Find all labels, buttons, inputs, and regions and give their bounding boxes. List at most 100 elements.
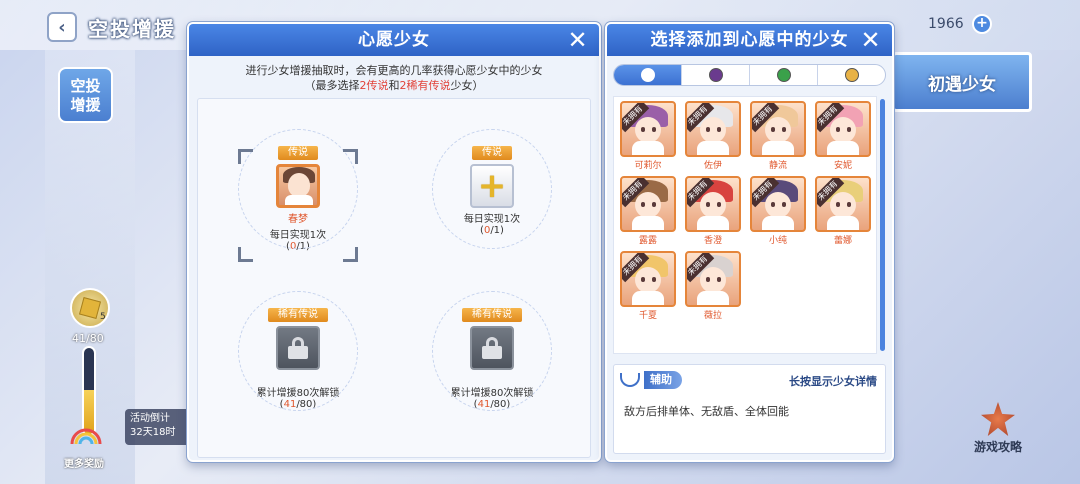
role-filter-tabs xyxy=(613,64,886,86)
role-label: 辅助 xyxy=(644,371,682,389)
event-countdown: 活动倒计 32天18时 xyxy=(125,409,195,445)
token-count: 5 xyxy=(100,312,106,322)
portrait-eye xyxy=(641,277,645,282)
role-description: 敌方后排单体、无敌盾、全体回能 xyxy=(624,405,789,418)
character-card[interactable]: 未拥有 千夏 xyxy=(618,251,678,321)
character-card[interactable]: 未拥有 小纯 xyxy=(748,176,808,246)
tab-filter-support[interactable] xyxy=(614,65,682,85)
tab-filter-defense[interactable] xyxy=(818,65,885,85)
progress-label: 41/80 xyxy=(72,332,104,345)
close-icon: ✕ xyxy=(860,26,882,54)
token-icon[interactable] xyxy=(70,288,110,328)
close-icon: ✕ xyxy=(567,26,589,54)
wish-panel-title: 心愿少女 xyxy=(358,30,430,50)
currency-amount: 1966 xyxy=(928,16,964,32)
hold-for-details-hint: 长按显示少女详情 xyxy=(789,375,877,388)
close-wish-panel-button[interactable]: ✕ xyxy=(565,27,591,53)
portrait-body xyxy=(632,141,664,155)
portrait-eye xyxy=(771,127,775,132)
wish-slot-legend-1[interactable]: 传说 春梦 每日实现1次 (0/1) xyxy=(208,99,388,269)
rarity-tag: 传说 xyxy=(472,146,512,160)
desc-line2: （最多选择2传说和2稀有传说少女） xyxy=(189,78,599,93)
portrait-body xyxy=(697,141,729,155)
event-tip-line1: 活动倒计 xyxy=(130,413,170,424)
portrait-eye xyxy=(641,127,645,132)
wish-slot-legend-2[interactable]: 传说 + 每日实现1次 (0/1) xyxy=(402,99,582,269)
defense-role-icon xyxy=(844,68,859,82)
wish-slot-rare-2[interactable]: 稀有传说 累计增援80次解锁 (41/80) xyxy=(402,261,582,431)
game-guide-button[interactable]: 游戏攻略 xyxy=(968,402,1028,455)
portrait-eye xyxy=(717,277,721,282)
rarity-tag: 稀有传说 xyxy=(268,308,328,322)
portrait-eye xyxy=(771,202,775,207)
portrait-face xyxy=(700,267,726,293)
portrait-eye xyxy=(706,202,710,207)
locked-slot xyxy=(276,326,320,370)
character-name: 安妮 xyxy=(833,161,852,171)
locked-slot xyxy=(470,326,514,370)
character-portrait: 未拥有 xyxy=(620,101,676,157)
tab-airdrop[interactable]: 空投 增援 xyxy=(58,67,113,123)
rainbow-icon[interactable] xyxy=(68,420,104,446)
plus-icon: + xyxy=(477,166,507,206)
character-card[interactable]: 未拥有 香澄 xyxy=(683,176,743,246)
wish-panel: 心愿少女 ✕ 进行少女增援抽取时，会有更高的几率获得心愿少女中的少女 （最多选择… xyxy=(187,22,601,462)
portrait-body xyxy=(762,216,794,230)
portrait-face xyxy=(700,117,726,143)
character-card[interactable]: 未拥有 薇拉 xyxy=(683,251,743,321)
portrait-face xyxy=(700,192,726,218)
character-name: 薇拉 xyxy=(703,311,722,321)
back-button[interactable]: ‹ xyxy=(47,12,77,42)
wish-slot-rare-1[interactable]: 稀有传说 累计增援80次解锁 (41/80) xyxy=(208,261,388,431)
add-currency-button[interactable]: + xyxy=(972,14,992,34)
more-rewards-label[interactable]: 更多奖励 xyxy=(64,455,104,470)
portrait-eye xyxy=(652,277,656,282)
meet-girl-button[interactable]: 初遇少女 xyxy=(892,52,1032,112)
tab-filter-nature[interactable] xyxy=(750,65,818,85)
portrait-body xyxy=(632,291,664,305)
character-portrait: 未拥有 xyxy=(685,251,741,307)
nature-role-icon xyxy=(776,68,791,82)
character-portrait: 未拥有 xyxy=(750,176,806,232)
character-portrait: 未拥有 xyxy=(815,176,871,232)
portrait-eye xyxy=(717,127,721,132)
character-card[interactable]: 未拥有 露露 xyxy=(618,176,678,246)
character-card[interactable]: 未拥有 静流 xyxy=(748,101,808,171)
selection-corner xyxy=(238,247,253,262)
portrait-eye xyxy=(847,127,851,132)
portrait-eye xyxy=(652,127,656,132)
close-select-panel-button[interactable]: ✕ xyxy=(858,27,884,53)
portrait-eye xyxy=(836,202,840,207)
chevron-left-icon: ‹ xyxy=(58,16,66,38)
character-card[interactable]: 未拥有 蕾娜 xyxy=(813,176,873,246)
desc-prefix: （最多选择 xyxy=(304,79,360,92)
character-card[interactable]: 未拥有 可莉尔 xyxy=(618,101,678,171)
portrait-eye xyxy=(847,202,851,207)
portrait-body xyxy=(827,141,859,155)
character-name: 可莉尔 xyxy=(634,161,662,171)
character-portrait[interactable] xyxy=(276,164,320,208)
character-card[interactable]: 未拥有 安妮 xyxy=(813,101,873,171)
tab-filter-magic[interactable] xyxy=(682,65,750,85)
desc-legend-count: 2传说 xyxy=(359,79,389,92)
portrait-eye xyxy=(836,127,840,132)
selection-corner xyxy=(343,247,358,262)
role-info-box: 辅助 长按显示少女详情 敌方后排单体、无敌盾、全体回能 xyxy=(613,364,886,454)
character-name: 静流 xyxy=(768,161,787,171)
desc-mid: 和 xyxy=(388,79,400,92)
character-grid: 未拥有 可莉尔 未拥有 佐伊 未拥有 静流 未拥有 安妮 未拥有 露露 未拥有 香澄 未拥有 小纯 未拥有蕾… xyxy=(613,96,877,354)
character-grid-scrollbar[interactable] xyxy=(880,99,885,351)
character-name: 香澄 xyxy=(703,236,722,246)
desc-suffix: 少女） xyxy=(450,79,484,92)
event-tip-line2: 32天18时 xyxy=(130,427,176,438)
select-panel-title: 选择添加到心愿中的少女 xyxy=(650,30,849,50)
wish-slot-area: 传说 春梦 每日实现1次 (0/1) 传说 + 每日实现1次 (0/1) 稀有传… xyxy=(197,98,591,458)
wish-panel-header: 心愿少女 ✕ xyxy=(189,24,599,56)
add-character-button[interactable]: + xyxy=(470,164,514,208)
character-portrait: 未拥有 xyxy=(750,101,806,157)
wish-description: 进行少女增援抽取时，会有更高的几率获得心愿少女中的少女 （最多选择2传说和2稀有… xyxy=(189,56,599,93)
desc-line1: 进行少女增援抽取时，会有更高的几率获得心愿少女中的少女 xyxy=(245,64,543,77)
portrait-body xyxy=(762,141,794,155)
character-card[interactable]: 未拥有 佐伊 xyxy=(683,101,743,171)
scrollbar-thumb[interactable] xyxy=(880,99,885,351)
